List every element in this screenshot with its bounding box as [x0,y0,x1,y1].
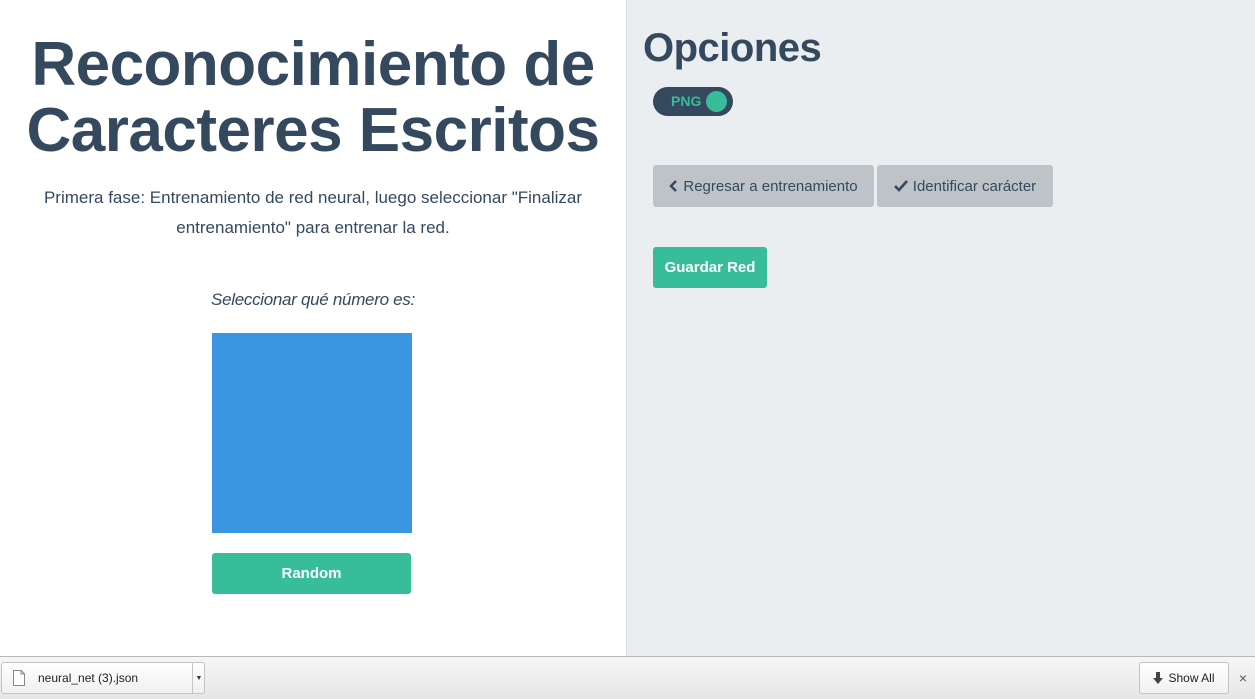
instructions-text: Primera fase: Entrenamiento de red neura… [43,188,583,237]
download-file-name: neural_net (3).json [38,671,139,685]
back-to-training-button[interactable]: Regresar a entrenamiento [653,165,874,207]
training-panel: Reconocimiento de Caracteres Escritos Pr… [0,0,626,656]
show-all-button[interactable]: Show All [1139,662,1229,694]
toggle-label: PNG [671,93,702,109]
page-title: Reconocimiento de Caracteres Escritos [0,32,626,164]
dropdown-arrow-icon[interactable]: ▼ [193,663,205,693]
file-icon [13,670,25,691]
title-line-2: Caracteres Escritos [26,96,600,165]
drawing-canvas[interactable] [212,333,412,533]
back-button-label: Regresar a entrenamiento [683,177,858,195]
random-button[interactable]: Random [212,553,411,594]
identify-button-label: Identificar carácter [912,177,1037,195]
chevron-left-icon [669,180,678,192]
download-item[interactable]: neural_net (3).json ▼ [1,662,205,694]
options-title: Opciones [643,26,822,70]
title-line-1: Reconocimiento de [31,30,595,99]
identify-character-button[interactable]: Identificar carácter [877,165,1053,207]
options-panel: Opciones PNG Regresar a entrenamiento Id… [626,0,1255,656]
select-number-label: Seleccionar qué número es: [211,290,415,309]
checkmark-icon [893,180,908,192]
show-all-label: Show All [1168,671,1215,685]
png-toggle[interactable]: PNG [653,87,733,116]
close-icon[interactable]: × [1236,669,1250,687]
download-arrow-icon [1153,672,1164,684]
download-bar: neural_net (3).json ▼ Show All × [0,656,1255,699]
save-network-button[interactable]: Guardar Red [653,247,767,288]
toggle-knob [706,91,727,112]
